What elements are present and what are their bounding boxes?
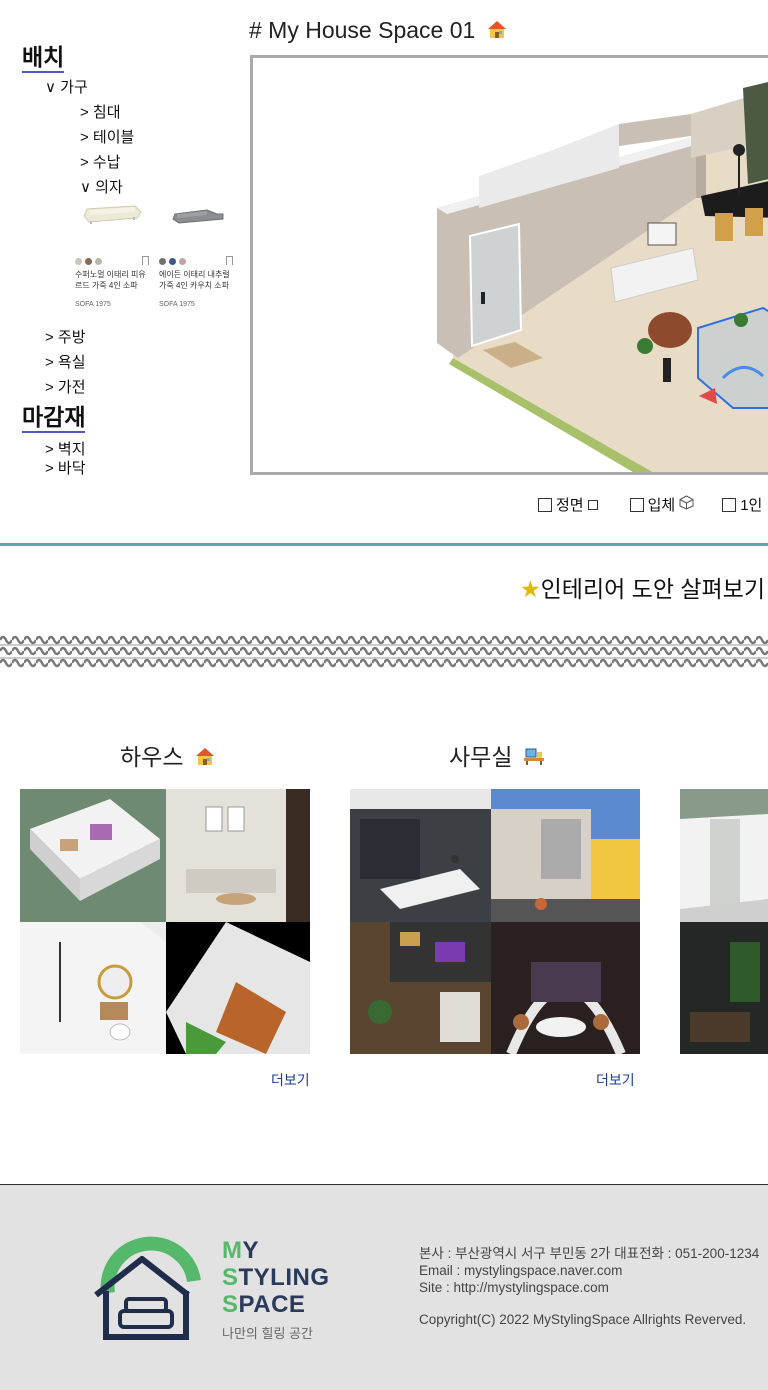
house-image-floorplan[interactable] <box>20 789 166 922</box>
section-title-finish: 마감재 <box>22 404 86 433</box>
sofa-image <box>75 200 155 252</box>
brand-name: MY STYLING SPACE <box>222 1237 330 1318</box>
brand-line: STYLING <box>222 1264 330 1291</box>
house-icon <box>194 745 216 772</box>
house-image-topview[interactable] <box>166 922 310 1054</box>
page: 배치 ∨ 가구 > 침대 > 테이블 > 수납 ∨ 의자 수퍼노멀 이태리 피유… <box>0 0 768 1390</box>
view-option-first-person[interactable]: 1인 <box>722 494 762 515</box>
brand-tagline: 나만의 힐링 공간 <box>222 1326 313 1341</box>
swatch[interactable] <box>179 257 186 265</box>
third-image-bottom[interactable] <box>680 922 768 1054</box>
office-image-meeting[interactable] <box>350 789 491 922</box>
tree-item-storage[interactable]: > 수납 <box>80 153 121 173</box>
interior-title-text: 인테리어 도안 살펴보기 <box>540 576 766 602</box>
logo-house-icon <box>94 1236 201 1340</box>
tree-item-chair[interactable]: ∨ 의자 <box>80 178 123 198</box>
view-option-front[interactable]: 정면 <box>538 494 598 515</box>
interior-section-title: ★인테리어 도안 살펴보기 <box>520 570 765 604</box>
email-line[interactable]: Email : mystylingspace.naver.com <box>419 1262 759 1279</box>
bookmark-icon[interactable] <box>142 256 149 265</box>
house-image-bathroom[interactable] <box>20 922 166 1054</box>
brand-logo[interactable] <box>90 1235 202 1345</box>
office-image-exterior[interactable] <box>491 789 640 922</box>
view-options: 정면 입체 1인 <box>538 494 762 515</box>
site-line[interactable]: Site : http://mystylingspace.com <box>419 1279 759 1296</box>
category-title-house: 하우스 <box>120 738 216 772</box>
tree-item-kitchen[interactable]: > 주방 <box>45 328 86 348</box>
tree-item-table[interactable]: > 테이블 <box>80 128 134 148</box>
sofa-card[interactable]: 수퍼노멀 이태리 피유르드 가죽 4인 소파 SOFA 1975 <box>75 200 155 310</box>
category-title-office: 사무실 <box>449 738 545 772</box>
category-title-text: 하우스 <box>120 744 184 770</box>
cube-icon <box>679 495 694 514</box>
tree-item-bed[interactable]: > 침대 <box>80 103 121 123</box>
brand-line-text: Y <box>242 1237 260 1264</box>
address-line: 본사 : 부산광역시 서구 부민동 2가 대표전화 : 051-200-1234 <box>419 1246 760 1261</box>
3d-viewer[interactable] <box>250 55 768 475</box>
third-image-top[interactable] <box>680 789 768 922</box>
swatch[interactable] <box>85 257 92 265</box>
section-title-layout: 배치 <box>22 44 65 73</box>
bookmark-icon[interactable] <box>226 256 233 265</box>
house-gallery[interactable] <box>20 789 310 1054</box>
office-image-topview[interactable] <box>350 922 491 1054</box>
tree-item-wallpaper[interactable]: > 벽지 <box>45 440 86 460</box>
house-image-living[interactable] <box>166 789 310 922</box>
swatch[interactable] <box>169 257 176 265</box>
sofa-brand: SOFA 1975 <box>75 301 111 308</box>
house-icon <box>486 18 508 45</box>
sofa-card[interactable]: 에이든 이태리 내추럴 가죽 4인 카우치 소파 SOFA 1975 <box>159 200 239 310</box>
room-render <box>437 82 768 472</box>
wave-decoration <box>0 632 768 672</box>
swatch[interactable] <box>95 257 102 265</box>
brand-line-text: TYLING <box>238 1264 330 1291</box>
color-swatches <box>75 256 155 266</box>
brand-line-text: PACE <box>238 1291 306 1318</box>
3d-checkbox[interactable] <box>629 497 644 512</box>
view-option-label: 입체 <box>647 497 676 514</box>
sofa-image <box>159 200 239 252</box>
company-info: 본사 : 부산광역시 서구 부민동 2가 대표전화 : 051-200-1234… <box>419 1245 759 1296</box>
office-icon <box>523 745 545 772</box>
sofa-name: 수퍼노멀 이태리 피유르드 가죽 4인 소파 <box>75 270 146 290</box>
sofa-name: 에이든 이태리 내추럴 가죽 4인 카우치 소파 <box>159 270 230 290</box>
first-person-checkbox[interactable] <box>722 497 737 512</box>
sofa-brand: SOFA 1975 <box>159 301 195 308</box>
color-swatches <box>159 256 239 266</box>
brand-line: SPACE <box>222 1291 306 1318</box>
copyright: Copyright(C) 2022 MyStylingSpace Allrigh… <box>419 1312 747 1327</box>
more-link-house[interactable]: 더보기 <box>271 1070 310 1090</box>
tree-item-floor[interactable]: > 바닥 <box>45 459 86 479</box>
swatch[interactable] <box>75 257 82 265</box>
swatch[interactable] <box>159 257 166 265</box>
space-title: # My House Space 01 <box>249 17 508 45</box>
office-image-lounge[interactable] <box>491 922 640 1054</box>
view-option-label: 1인 <box>740 497 763 514</box>
view-option-label: 정면 <box>556 497 584 514</box>
tree-item-appliance[interactable]: > 가전 <box>45 378 86 398</box>
section-divider <box>0 543 768 546</box>
brand-line: MY <box>222 1237 260 1264</box>
star-icon: ★ <box>520 576 541 602</box>
site-footer: MY STYLING SPACE 나만의 힐링 공간 본사 : 부산광역시 서구… <box>0 1184 768 1390</box>
tree-item-bath[interactable]: > 욕실 <box>45 353 86 373</box>
office-gallery[interactable] <box>350 789 640 1054</box>
view-option-3d[interactable]: 입체 <box>629 494 695 515</box>
space-title-text: # My House Space 01 <box>249 17 476 43</box>
front-checkbox[interactable] <box>538 497 552 512</box>
square-icon <box>587 499 598 510</box>
third-gallery[interactable] <box>680 789 768 1054</box>
more-link-office[interactable]: 더보기 <box>596 1070 635 1090</box>
category-title-text: 사무실 <box>449 744 513 770</box>
tree-item-furniture[interactable]: ∨ 가구 <box>45 78 88 98</box>
